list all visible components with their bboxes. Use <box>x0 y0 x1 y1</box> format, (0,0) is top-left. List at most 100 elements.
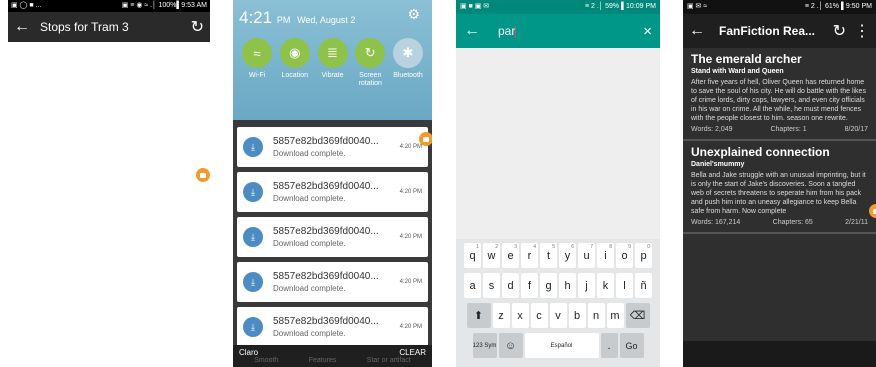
shift-key[interactable]: ⬆ <box>466 303 491 328</box>
notification-filename: 5857e82bd369fd0040... <box>273 316 379 327</box>
notification-item[interactable]: ⤓ 5857e82bd369fd0040... Download complete.… <box>237 127 428 167</box>
key-v[interactable]: v <box>549 303 567 328</box>
quick-toggles: ≈ Wi-Fi ◉ Location ≣ Vibrate ↻ Screen rotation ✱… <box>239 38 426 88</box>
key-i[interactable]: 8i <box>597 243 614 268</box>
close-icon[interactable]: × <box>643 23 652 40</box>
overflow-menu-icon[interactable]: ⋮ <box>854 21 870 41</box>
emoji-key[interactable]: ☺ <box>498 333 523 358</box>
notification-text: 5857e82bd369fd0040... Download complete. <box>273 316 396 338</box>
keyboard-row-1: 1q2w3e4r5t6y7u8i9o0p <box>459 243 657 268</box>
search-query: par <box>498 24 516 38</box>
key-z[interactable]: z <box>492 303 510 328</box>
download-icon: ⤓ <box>243 227 263 247</box>
key-s[interactable]: s <box>483 273 500 298</box>
key-number-hint: 7 <box>590 244 593 250</box>
key-m[interactable]: m <box>606 303 624 328</box>
notification-list: ⤓ 5857e82bd369fd0040... Download complete.… <box>233 120 432 347</box>
toggle-icon: ✱ <box>393 38 423 68</box>
key-c[interactable]: c <box>530 303 548 328</box>
key-o[interactable]: 9o <box>616 243 633 268</box>
notification-item[interactable]: ⤓ 5857e82bd369fd0040... Download complete.… <box>237 262 428 302</box>
status-right: ≡ 2 .│ 61% ▌9:50 PM <box>804 3 872 10</box>
status-right: ≡ 2 .│ 59% ▌10:09 PM <box>584 3 656 10</box>
notification-status: Download complete. <box>273 149 346 158</box>
search-input[interactable]: par <box>498 24 643 38</box>
key-d[interactable]: d <box>502 273 519 298</box>
quick-toggle[interactable]: ↻ Screen rotation <box>352 38 388 88</box>
notification-time: 4:20 PM <box>399 189 422 195</box>
key-t[interactable]: 5t <box>540 243 557 268</box>
story-card[interactable]: Unexplained connection Daniel'smummy Bella… <box>683 141 876 234</box>
key-e[interactable]: 3e <box>502 243 519 268</box>
story-title: Unexplained connection <box>691 145 830 159</box>
quick-toggle[interactable]: ≈ Wi-Fi <box>239 38 275 88</box>
notification-item[interactable]: ⤓ 5857e82bd369fd0040... Download complete.… <box>237 217 428 257</box>
app-bar: ← Stops for Tram 3 ↻ <box>8 12 210 42</box>
key-letter: t <box>546 249 551 262</box>
back-arrow-icon[interactable]: ← <box>689 22 705 40</box>
quick-toggle[interactable]: ≣ Vibrate <box>315 38 351 88</box>
symbols-key[interactable]: 123 Sym <box>472 333 497 358</box>
toggle-icon: ↻ <box>355 38 386 68</box>
refresh-icon[interactable]: ↻ <box>191 17 204 37</box>
key-g[interactable]: g <box>540 273 557 298</box>
toggle-label: Screen rotation <box>358 72 382 87</box>
key-ñ[interactable]: ñ <box>635 273 652 298</box>
key-number-hint: 2 <box>495 244 498 250</box>
toggle-label: Bluetooth <box>393 72 423 79</box>
story-meta: Words: 2,049 Chapters: 1 8/20/17 <box>691 126 868 133</box>
back-arrow-icon[interactable]: ← <box>14 18 30 36</box>
status-left: ▣ ✉ ≈ <box>687 3 708 10</box>
period-key[interactable]: . <box>600 333 618 358</box>
page-title: Stops for Tram 3 <box>40 20 129 34</box>
go-key[interactable]: Go <box>619 333 644 358</box>
notification-status: Download complete. <box>273 329 346 338</box>
key-y[interactable]: 6y <box>559 243 576 268</box>
story-summary: Bella and Jake struggle with an unusual … <box>691 172 866 215</box>
gear-icon[interactable]: ⚙ <box>407 6 420 23</box>
notification-status: Download complete. <box>273 239 346 248</box>
key-letter: i <box>604 249 607 262</box>
back-arrow-icon[interactable]: ← <box>464 22 480 40</box>
refresh-icon[interactable]: ↻ <box>833 21 846 41</box>
key-l[interactable]: l <box>616 273 633 298</box>
stops-list <box>8 42 210 367</box>
key-f[interactable]: f <box>521 273 538 298</box>
key-p[interactable]: 0p <box>635 243 652 268</box>
key-n[interactable]: n <box>587 303 605 328</box>
key-x[interactable]: x <box>511 303 529 328</box>
notification-item[interactable]: ⤓ 5857e82bd369fd0040... Download complete.… <box>237 307 428 347</box>
notification-item[interactable]: ⤓ 5857e82bd369fd0040... Download complete.… <box>237 172 428 212</box>
space-key[interactable]: Español <box>524 333 599 358</box>
floating-bubble-icon[interactable] <box>419 132 432 146</box>
search-screen: ▣ ■ ▣ ✉ ≡ 2 .│ 59% ▌10:09 PM ← par × 1q2… <box>456 0 660 367</box>
key-k[interactable]: k <box>597 273 614 298</box>
key-letter: o <box>621 249 628 262</box>
quick-toggle[interactable]: ✱ Bluetooth <box>390 38 426 88</box>
story-chapters: Chapters: 1 <box>770 126 807 133</box>
background-tab-label: Smooth <box>254 357 279 364</box>
notification-filename: 5857e82bd369fd0040... <box>273 136 379 147</box>
carrier-label: Claro <box>239 348 259 357</box>
floating-bubble-icon[interactable] <box>196 168 210 182</box>
quick-toggle[interactable]: ◉ Location <box>277 38 313 88</box>
story-card[interactable]: The emerald archer Stand with Ward and Qu… <box>683 48 876 141</box>
key-h[interactable]: h <box>559 273 576 298</box>
clear-button[interactable]: CLEAR <box>399 348 426 357</box>
key-j[interactable]: j <box>578 273 595 298</box>
backspace-key[interactable]: ⌫ <box>625 303 650 328</box>
notification-text: 5857e82bd369fd0040... Download complete. <box>273 226 396 248</box>
floating-bubble-icon[interactable] <box>869 204 876 218</box>
key-r[interactable]: 4r <box>521 243 538 268</box>
key-u[interactable]: 7u <box>578 243 595 268</box>
key-letter: u <box>583 249 590 262</box>
key-a[interactable]: a <box>464 273 481 298</box>
app-bar: ← FanFiction Rea... ↻ ⋮ <box>683 14 876 48</box>
key-w[interactable]: 2w <box>483 243 500 268</box>
key-q[interactable]: 1q <box>464 243 481 268</box>
notification-time: 4:20 PM <box>399 324 422 330</box>
background-tabs: Smooth Features Star or artifact <box>239 357 426 364</box>
key-b[interactable]: b <box>568 303 586 328</box>
notification-filename: 5857e82bd369fd0040... <box>273 271 379 282</box>
fanfiction-reader-screen: ▣ ✉ ≈ ≡ 2 .│ 61% ▌9:50 PM ← FanFiction R… <box>683 0 876 367</box>
